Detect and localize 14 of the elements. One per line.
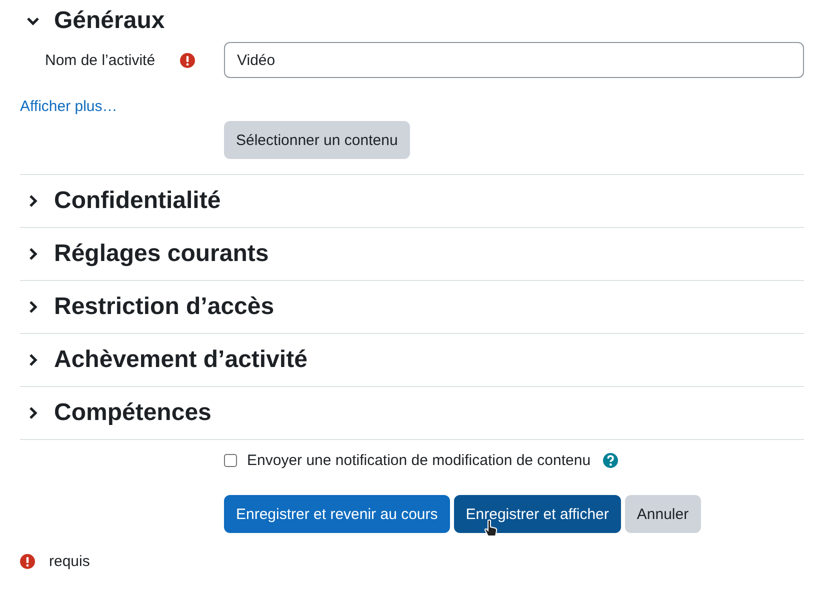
section-heading[interactable]: Achèvement d’activité [54, 346, 308, 374]
field-label: Nom de l’activité [44, 52, 156, 68]
form-button[interactable]: Enregistrer et revenir au cours [224, 495, 450, 533]
activity-name-field[interactable]: Vidéo [224, 42, 804, 78]
section-heading[interactable]: Réglages courants [54, 240, 269, 268]
section-heading[interactable]: Généraux [54, 7, 165, 35]
show-more-link[interactable]: Afficher plus… [20, 98, 118, 115]
checkbox-label: Envoyer une notification de modification de contenu [247, 452, 591, 469]
select-content-button[interactable]: Sélectionner un contenu [224, 121, 410, 159]
form-button[interactable]: Annuler [624, 495, 701, 533]
required-note: requis [49, 553, 90, 570]
section-heading[interactable]: Compétences [54, 399, 212, 427]
section-heading[interactable]: Confidentialité [54, 187, 221, 215]
section-heading[interactable]: Restriction d’accès [54, 293, 274, 321]
